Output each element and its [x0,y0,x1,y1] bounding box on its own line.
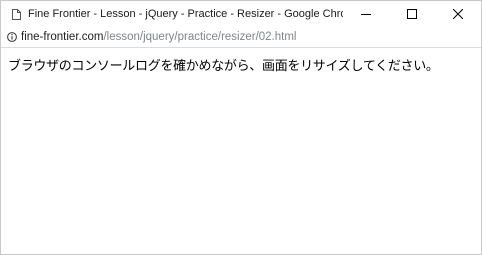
url-host: fine-frontier.com [21,31,104,43]
maximize-button[interactable] [389,1,435,27]
browser-window: Fine Frontier - Lesson - jQuery - Practi… [0,0,482,255]
close-button[interactable] [435,1,481,27]
maximize-icon [407,9,417,19]
window-controls [343,1,481,27]
page-message: ブラウザのコンソールログを確かめながら、画面をリサイズしてください。 [8,59,439,74]
page-content: ブラウザのコンソールログを確かめながら、画面をリサイズしてください。 [1,48,481,81]
info-icon[interactable] [7,32,17,42]
url-text[interactable]: fine-frontier.com/lesson/jquery/practice… [21,31,296,43]
minimize-button[interactable] [343,1,389,27]
window-title: Fine Frontier - Lesson - jQuery - Practi… [28,8,343,20]
minimize-icon [361,14,371,15]
title-bar[interactable]: Fine Frontier - Lesson - jQuery - Practi… [1,1,481,27]
close-icon [453,9,463,19]
page-icon [12,8,21,20]
address-bar[interactable]: fine-frontier.com/lesson/jquery/practice… [1,27,481,48]
url-path: /lesson/jquery/practice/resizer/02.html [103,31,297,43]
